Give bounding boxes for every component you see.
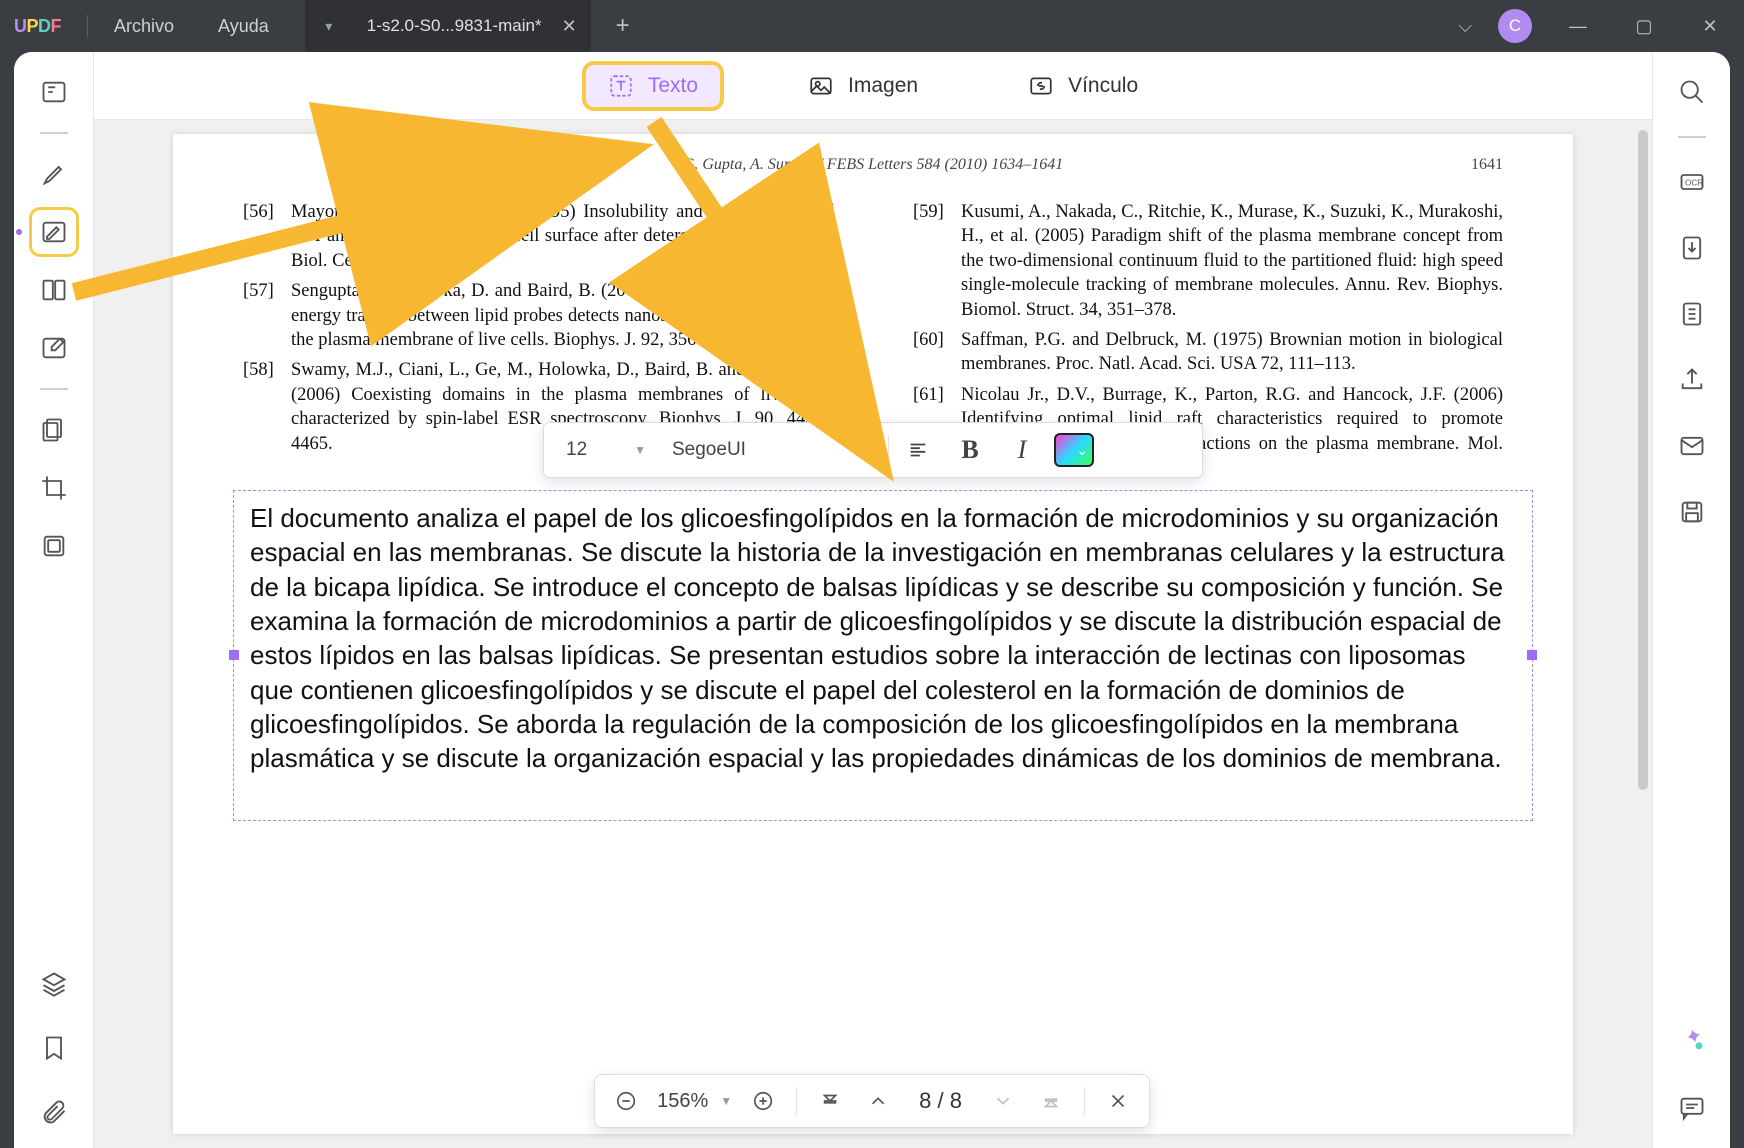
text-format-bar: 12▼ SegoeUI▼ B I ⌄ (543, 422, 1203, 478)
share-icon[interactable] (1670, 358, 1714, 402)
user-avatar[interactable]: C (1498, 9, 1532, 43)
svg-text:OCR: OCR (1685, 179, 1703, 188)
align-button[interactable] (895, 430, 941, 470)
edit-link-button[interactable]: Vínculo (1006, 65, 1160, 107)
resize-handle-left[interactable] (229, 650, 239, 660)
zoom-bar: 156%▼ 8 / 8 (594, 1074, 1150, 1128)
reference-item: [56]Mayor, S. and Maxfield, F.R. (1995) … (243, 200, 833, 273)
edit-toolbar: Texto Imagen Vínculo (94, 52, 1652, 120)
crop-tool[interactable] (32, 466, 76, 510)
minimize-button[interactable]: — (1558, 16, 1598, 37)
running-head: G. Gupta, A. Surolia / FEBS Letters 584 … (243, 156, 1503, 174)
zoom-in-button[interactable] (742, 1080, 784, 1122)
italic-button[interactable]: I (999, 430, 1045, 470)
tab-dropdown-icon[interactable]: ▾ (305, 0, 353, 52)
chevron-down-icon: ▼ (860, 443, 872, 457)
font-color-button[interactable]: ⌄ (1051, 430, 1097, 470)
edit-image-button[interactable]: Imagen (786, 65, 940, 107)
app-logo: UPDF (14, 16, 61, 37)
next-page-button[interactable] (982, 1080, 1024, 1122)
edit-image-label: Imagen (848, 74, 918, 98)
vertical-scrollbar[interactable] (1638, 130, 1648, 790)
highlight-tool[interactable] (32, 152, 76, 196)
layers-icon[interactable] (32, 962, 76, 1006)
ai-assistant-icon[interactable] (1670, 1018, 1714, 1062)
separator (87, 15, 88, 37)
page-number: 1641 (1471, 156, 1503, 174)
edit-text-button[interactable]: Texto (586, 65, 720, 107)
organize-tool[interactable] (32, 268, 76, 312)
reference-item: [57]Sengupta, P., Holowka, D. and Baird,… (243, 279, 833, 352)
separator (888, 435, 889, 465)
font-family-select[interactable]: SegoeUI▼ (662, 430, 882, 470)
main-area: OCR Texto Imagen Vínculo G (14, 52, 1730, 1148)
bookmark-icon[interactable] (32, 1026, 76, 1070)
page-indicator[interactable]: 8 / 8 (905, 1088, 976, 1114)
separator (1084, 1087, 1085, 1115)
close-bar-button[interactable] (1097, 1080, 1139, 1122)
new-tab-button[interactable]: + (601, 12, 645, 40)
titlebar: UPDF Archivo Ayuda ▾ 1-s2.0-S0...9831-ma… (0, 0, 1744, 52)
form-tool[interactable] (32, 326, 76, 370)
window-menu-icon[interactable]: ⌵ (1458, 16, 1472, 37)
main-menu: Archivo Ayuda (114, 16, 269, 37)
separator (40, 132, 68, 134)
attachment-icon[interactable] (32, 1090, 76, 1134)
page: G. Gupta, A. Surolia / FEBS Letters 584 … (173, 134, 1573, 1134)
document-viewport[interactable]: G. Gupta, A. Surolia / FEBS Letters 584 … (94, 120, 1652, 1148)
last-page-button[interactable] (1030, 1080, 1072, 1122)
tab-area: ▾ 1-s2.0-S0...9831-main* ✕ + (305, 0, 645, 52)
close-window-button[interactable]: ✕ (1690, 16, 1730, 37)
scrollbar-thumb[interactable] (1638, 130, 1648, 790)
chevron-down-icon: ▼ (634, 443, 646, 457)
edit-link-label: Vínculo (1068, 74, 1138, 98)
zoom-out-button[interactable] (605, 1080, 647, 1122)
bold-button[interactable]: B (947, 430, 993, 470)
compress-icon[interactable] (1670, 292, 1714, 336)
reference-item: [60]Saffman, P.G. and Delbruck, M. (1975… (913, 328, 1503, 377)
pages-tool[interactable] (32, 408, 76, 452)
prev-page-button[interactable] (857, 1080, 899, 1122)
separator (1678, 136, 1706, 138)
reader-tool[interactable] (32, 70, 76, 114)
save-icon[interactable] (1670, 490, 1714, 534)
menu-help[interactable]: Ayuda (218, 16, 269, 37)
editable-text-box[interactable]: El documento analiza el papel de los gli… (233, 490, 1533, 821)
document-tab[interactable]: 1-s2.0-S0...9831-main* ✕ (353, 0, 591, 52)
comments-icon[interactable] (1670, 1086, 1714, 1130)
ocr-icon[interactable]: OCR (1670, 160, 1714, 204)
convert-icon[interactable] (1670, 226, 1714, 270)
resize-handle-right[interactable] (1527, 650, 1537, 660)
edit-text-label: Texto (648, 74, 698, 98)
email-icon[interactable] (1670, 424, 1714, 468)
tab-title: 1-s2.0-S0...9831-main* (367, 16, 542, 36)
first-page-button[interactable] (809, 1080, 851, 1122)
left-toolbar (14, 52, 94, 1148)
image-icon (808, 73, 834, 99)
text-icon (608, 73, 634, 99)
right-toolbar: OCR (1652, 52, 1730, 1148)
search-icon[interactable] (1670, 70, 1714, 114)
link-icon (1028, 73, 1054, 99)
close-tab-icon[interactable]: ✕ (562, 16, 577, 37)
redact-tool[interactable] (32, 524, 76, 568)
chevron-down-icon: ▼ (720, 1094, 732, 1108)
chevron-down-icon: ⌄ (1076, 442, 1092, 459)
reference-item: [59]Kusumi, A., Nakada, C., Ritchie, K.,… (913, 200, 1503, 322)
menu-file[interactable]: Archivo (114, 16, 174, 37)
editable-text-content: El documento analiza el papel de los gli… (250, 503, 1504, 773)
edit-tool[interactable] (32, 210, 76, 254)
separator (40, 388, 68, 390)
separator (796, 1087, 797, 1115)
zoom-value-select[interactable]: 156%▼ (653, 1090, 736, 1113)
font-size-select[interactable]: 12▼ (556, 430, 656, 470)
maximize-button[interactable]: ▢ (1624, 16, 1664, 37)
